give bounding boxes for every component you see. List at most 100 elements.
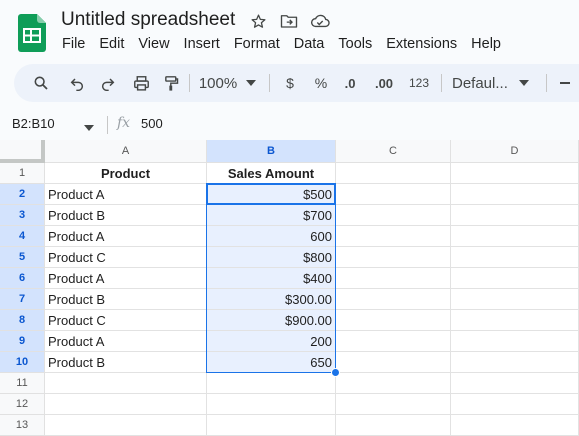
name-box[interactable]: B2:B10 [12, 116, 55, 131]
row-header-9[interactable]: 9 [0, 331, 45, 352]
name-box-chevron-icon[interactable] [84, 118, 94, 136]
cell-d12[interactable] [451, 394, 579, 415]
cell-c12[interactable] [336, 394, 451, 415]
cell-b13[interactable] [207, 415, 336, 436]
cell-c13[interactable] [336, 415, 451, 436]
cell-b8[interactable]: $900.00 [207, 310, 336, 331]
font-chevron-down-icon[interactable] [517, 64, 531, 102]
row-header-12[interactable]: 12 [0, 394, 45, 415]
cell-c3[interactable] [336, 205, 451, 226]
star-icon[interactable] [248, 11, 268, 31]
undo-icon[interactable] [64, 64, 90, 102]
cell-b9[interactable]: 200 [207, 331, 336, 352]
cell-b1[interactable]: Sales Amount [207, 163, 336, 184]
row-header-4[interactable]: 4 [0, 226, 45, 247]
menu-edit[interactable]: Edit [99, 36, 124, 54]
row-header-11[interactable]: 11 [0, 373, 45, 394]
column-header-c[interactable]: C [336, 140, 451, 163]
chevron-down-icon[interactable] [244, 64, 258, 102]
column-header-a[interactable]: A [45, 140, 207, 163]
menu-extensions[interactable]: Extensions [386, 36, 457, 54]
menu-insert[interactable]: Insert [184, 36, 220, 54]
cell-c9[interactable] [336, 331, 451, 352]
row-header-10[interactable]: 10 [0, 352, 45, 373]
cell-b7[interactable]: $300.00 [207, 289, 336, 310]
cell-a10[interactable]: Product B [45, 352, 207, 373]
cell-d9[interactable] [451, 331, 579, 352]
menu-data[interactable]: Data [294, 36, 325, 54]
search-icon[interactable] [28, 64, 54, 102]
menu-view[interactable]: View [138, 36, 169, 54]
cell-b11[interactable] [207, 373, 336, 394]
move-folder-icon[interactable] [279, 11, 299, 31]
row-header-8[interactable]: 8 [0, 310, 45, 331]
cell-c1[interactable] [336, 163, 451, 184]
cell-b3[interactable]: $700 [207, 205, 336, 226]
column-header-b[interactable]: B [207, 140, 336, 163]
cell-d11[interactable] [451, 373, 579, 394]
increase-decimal-button[interactable]: .00 [371, 64, 397, 102]
cell-d4[interactable] [451, 226, 579, 247]
menu-format[interactable]: Format [234, 36, 280, 54]
cell-a2[interactable]: Product A [45, 184, 207, 205]
column-header-d[interactable]: D [451, 140, 579, 163]
cell-d13[interactable] [451, 415, 579, 436]
redo-icon[interactable] [95, 64, 121, 102]
paint-format-icon[interactable] [158, 64, 184, 102]
row-header-7[interactable]: 7 [0, 289, 45, 310]
menu-tools[interactable]: Tools [338, 36, 372, 54]
percent-format-button[interactable]: % [311, 64, 331, 102]
number-format-button[interactable]: 123 [407, 64, 431, 102]
cell-c11[interactable] [336, 373, 451, 394]
cell-a1[interactable]: Product [45, 163, 207, 184]
cell-b5[interactable]: $800 [207, 247, 336, 268]
cell-d7[interactable] [451, 289, 579, 310]
cell-a7[interactable]: Product B [45, 289, 207, 310]
cell-d2[interactable] [451, 184, 579, 205]
formula-input[interactable]: 500 [141, 116, 163, 131]
cell-a11[interactable] [45, 373, 207, 394]
row-header-2[interactable]: 2 [0, 184, 45, 205]
print-icon[interactable] [128, 64, 154, 102]
row-header-13[interactable]: 13 [0, 415, 45, 436]
cell-b6[interactable]: $400 [207, 268, 336, 289]
cell-d6[interactable] [451, 268, 579, 289]
cell-b10[interactable]: 650 [207, 352, 336, 373]
cell-d3[interactable] [451, 205, 579, 226]
sheets-logo[interactable] [18, 14, 46, 52]
cell-c7[interactable] [336, 289, 451, 310]
select-all-corner[interactable] [0, 140, 45, 163]
cell-a6[interactable]: Product A [45, 268, 207, 289]
row-header-6[interactable]: 6 [0, 268, 45, 289]
cell-c10[interactable] [336, 352, 451, 373]
menu-help[interactable]: Help [471, 36, 501, 54]
document-title[interactable]: Untitled spreadsheet [61, 9, 235, 31]
cell-c6[interactable] [336, 268, 451, 289]
cell-b12[interactable] [207, 394, 336, 415]
cell-a8[interactable]: Product C [45, 310, 207, 331]
cell-d5[interactable] [451, 247, 579, 268]
cell-d1[interactable] [451, 163, 579, 184]
menu-file[interactable]: File [62, 36, 85, 54]
currency-format-button[interactable]: $ [280, 64, 300, 102]
cell-c8[interactable] [336, 310, 451, 331]
cell-a9[interactable]: Product A [45, 331, 207, 352]
cell-c5[interactable] [336, 247, 451, 268]
cell-a12[interactable] [45, 394, 207, 415]
cloud-icon[interactable] [310, 11, 330, 31]
cell-a4[interactable]: Product A [45, 226, 207, 247]
font-size-decrease-button[interactable] [556, 64, 574, 102]
cell-a5[interactable]: Product C [45, 247, 207, 268]
cell-c4[interactable] [336, 226, 451, 247]
fill-handle[interactable] [331, 368, 340, 377]
cell-b2[interactable]: $500 [207, 184, 336, 205]
cell-c2[interactable] [336, 184, 451, 205]
cell-a3[interactable]: Product B [45, 205, 207, 226]
zoom-select[interactable]: 100% [194, 64, 242, 102]
cell-d8[interactable] [451, 310, 579, 331]
decrease-decimal-button[interactable]: .0 [339, 64, 361, 102]
cell-d10[interactable] [451, 352, 579, 373]
cell-b4[interactable]: 600 [207, 226, 336, 247]
cell-a13[interactable] [45, 415, 207, 436]
font-select[interactable]: Defaul... [452, 64, 512, 102]
